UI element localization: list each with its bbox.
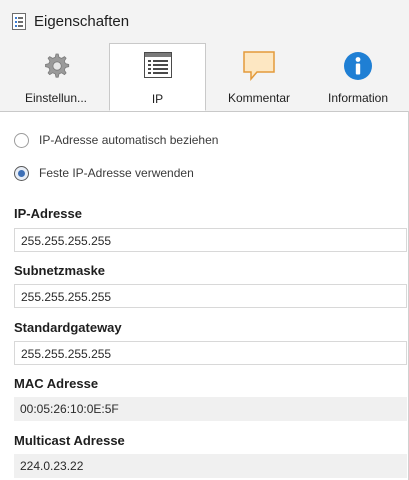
gateway-field[interactable]: 255.255.255.255: [14, 341, 407, 365]
tab-label: Kommentar: [227, 91, 291, 105]
window-title: Eigenschaften: [34, 13, 130, 30]
radio-button-unchecked[interactable]: [14, 133, 29, 148]
gear-icon: [45, 53, 70, 78]
subnet-mask-field[interactable]: 255.255.255.255: [14, 284, 407, 308]
gateway-label: Standardgateway: [14, 320, 122, 335]
subnet-mask-label: Subnetzmaske: [14, 263, 106, 278]
tab-kommentar[interactable]: Kommentar: [214, 43, 304, 111]
mac-address-value: 00:05:26:10:0E:5F: [14, 397, 407, 421]
comment-bubble-icon: [243, 51, 275, 81]
tab-bar: Einstellun... IP Kommentar Information: [0, 43, 409, 112]
tab-information[interactable]: Information: [312, 43, 404, 111]
multicast-address-value: 224.0.23.22: [14, 454, 407, 478]
properties-document-icon: [12, 13, 26, 30]
radio-label: IP-Adresse automatisch beziehen: [39, 133, 219, 147]
radio-label: Feste IP-Adresse verwenden: [39, 166, 194, 180]
tab-ip[interactable]: IP: [109, 43, 206, 111]
tab-einstellungen[interactable]: Einstellun...: [12, 43, 100, 111]
ip-address-label: IP-Adresse: [14, 206, 82, 221]
ip-list-window-icon: [143, 52, 172, 78]
title-bar: Eigenschaften: [0, 0, 409, 43]
ip-address-field[interactable]: 255.255.255.255: [14, 228, 407, 252]
tab-label: IP: [151, 92, 164, 106]
tab-label: Einstellun...: [24, 91, 88, 105]
info-icon: [344, 52, 372, 80]
multicast-address-label: Multicast Adresse: [14, 433, 125, 448]
mac-address-label: MAC Adresse: [14, 376, 99, 391]
tab-label: Information: [327, 91, 389, 105]
radio-button-checked[interactable]: [14, 166, 29, 181]
